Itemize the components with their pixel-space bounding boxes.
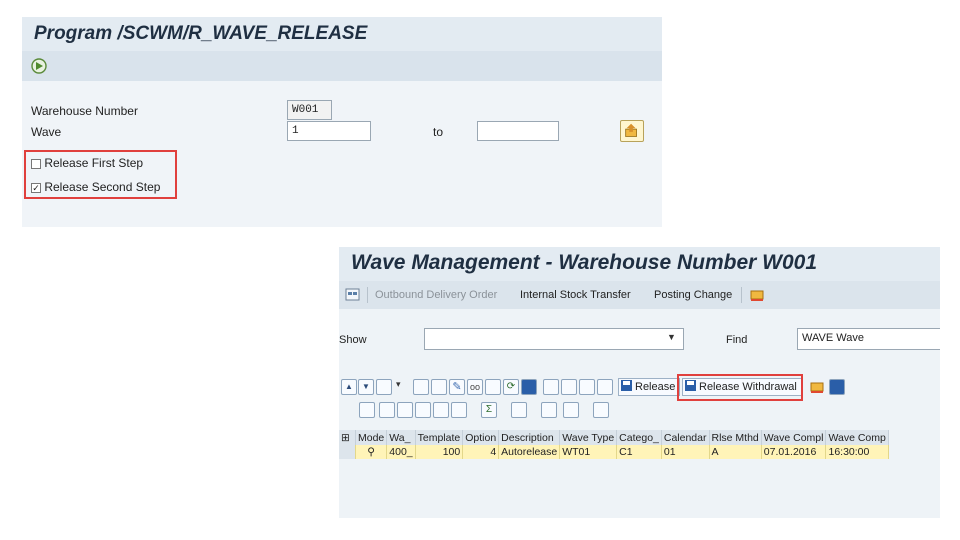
layout-icon[interactable] [376, 379, 392, 395]
details-icon[interactable] [359, 402, 375, 418]
table-cell[interactable]: A [709, 445, 762, 459]
multiple-selection-button[interactable] [620, 120, 644, 142]
split-icon[interactable] [543, 379, 559, 395]
copy-icon[interactable] [431, 379, 447, 395]
filter-icon[interactable] [451, 402, 467, 418]
col-header[interactable]: Option [462, 430, 500, 445]
scroll-up-icon[interactable]: ▲ [341, 379, 357, 395]
refresh-icon[interactable]: ⟳ [503, 379, 519, 395]
table-cell[interactable]: 16:30:00 [825, 445, 889, 459]
dropdown-arrow-icon[interactable]: ▼ [667, 332, 676, 342]
scroll-icon[interactable] [749, 287, 765, 303]
wave-title: Wave Management - Warehouse Number W001 [351, 251, 818, 274]
glasses-icon[interactable]: oo [467, 379, 483, 395]
table-row[interactable]: ⚲ 400_ 100 4 Autorelease WT01 C1 01 A 07… [339, 445, 889, 459]
delete-icon[interactable] [485, 379, 501, 395]
selection-screen: Warehouse Number W001 Wave 1 to Release … [22, 81, 662, 227]
save-icon[interactable] [521, 379, 537, 395]
wave-label: Wave [31, 125, 62, 139]
find-next-icon[interactable] [433, 402, 449, 418]
table-cell[interactable]: C1 [616, 445, 662, 459]
find-icon[interactable] [415, 402, 431, 418]
warehouse-number-label: Warehouse Number [31, 104, 138, 118]
wave-table: ⊞ Mode Wa_ Template Option Description W… [339, 430, 889, 459]
release-second-step-checkbox[interactable]: ✓ Release Second Step [31, 180, 160, 194]
program-title: Program /SCWM/R_WAVE_RELEASE [34, 23, 368, 44]
release-label: Release [635, 381, 676, 393]
save-icon[interactable] [829, 379, 845, 395]
layout-select-icon[interactable] [593, 402, 609, 418]
release-first-step-label: Release First Step [44, 156, 144, 170]
floppy-icon [621, 380, 632, 391]
lock-icon[interactable] [579, 379, 595, 395]
col-header[interactable]: Description [498, 430, 561, 445]
select-all-icon[interactable]: ⊞ [339, 430, 356, 445]
find-field[interactable]: WAVE Wave [797, 328, 940, 350]
menu-outbound-delivery-order[interactable]: Outbound Delivery Order [375, 289, 497, 301]
wave-management-window: Wave Management - Warehouse Number W001 … [339, 247, 940, 518]
merge-icon[interactable] [561, 379, 577, 395]
program-window: Program /SCWM/R_WAVE_RELEASE Warehouse N… [22, 17, 662, 227]
col-header[interactable]: Catego_ [616, 430, 662, 445]
col-header[interactable]: Mode [355, 430, 388, 445]
execute-icon[interactable] [30, 57, 48, 75]
program-title-bar: Program /SCWM/R_WAVE_RELEASE [22, 17, 662, 51]
checkbox-checked[interactable]: ✓ [31, 182, 41, 193]
wave-title-bar: Wave Management - Warehouse Number W001 [339, 247, 940, 281]
export-icon[interactable] [563, 402, 579, 418]
col-header[interactable]: Wave Comp [825, 430, 889, 445]
wave-content: Show ▼ Find WAVE Wave ▲ ▼ ▾ ✎ oo ⟳ Relea… [339, 309, 940, 518]
mode-icon: ⚲ [355, 445, 388, 459]
sort-descending-icon[interactable] [397, 402, 413, 418]
find-label: Find [726, 334, 748, 346]
sum-icon[interactable]: Σ [481, 402, 497, 418]
release-button[interactable]: Release [618, 378, 681, 396]
scroll-down-icon[interactable]: ▼ [358, 379, 374, 395]
table-header-row: ⊞ Mode Wa_ Template Option Description W… [339, 430, 889, 445]
wave-to-label: to [433, 125, 444, 139]
release-first-step-checkbox[interactable]: Release First Step [31, 156, 143, 170]
arrow-icon [625, 123, 637, 137]
print-preview-icon[interactable] [541, 402, 557, 418]
display-icon[interactable] [345, 287, 361, 303]
col-header[interactable]: Template [415, 430, 464, 445]
menu-internal-stock-transfer[interactable]: Internal Stock Transfer [520, 289, 631, 301]
col-header[interactable]: Wave Compl [761, 430, 827, 445]
wave-to-field[interactable] [477, 121, 559, 141]
table-cell[interactable]: 07.01.2016 [761, 445, 827, 459]
sort-ascending-icon[interactable] [379, 402, 395, 418]
unlock-icon[interactable] [597, 379, 613, 395]
show-dropdown[interactable] [424, 328, 684, 350]
table-cell[interactable]: 400_ [386, 445, 416, 459]
release-second-step-label: Release Second Step [44, 180, 161, 194]
col-header[interactable]: Wave Type [559, 430, 618, 445]
dropdown-icon[interactable]: ▾ [396, 379, 406, 395]
scroll-icon[interactable] [809, 379, 825, 395]
table-cell[interactable]: 100 [415, 445, 464, 459]
table-cell[interactable]: WT01 [559, 445, 618, 459]
col-header[interactable]: Wa_ [386, 430, 416, 445]
edit-icon[interactable]: ✎ [449, 379, 465, 395]
table-cell[interactable]: 4 [462, 445, 500, 459]
checkbox-box[interactable] [31, 158, 41, 169]
program-toolbar [22, 51, 662, 81]
col-header[interactable]: Calendar [661, 430, 710, 445]
table-cell[interactable]: Autorelease [498, 445, 561, 459]
subtotal-icon[interactable] [511, 402, 527, 418]
show-label: Show [339, 334, 367, 346]
menu-posting-change[interactable]: Posting Change [654, 289, 732, 301]
wave-from-field[interactable]: 1 [287, 121, 371, 141]
row-selector[interactable] [339, 445, 356, 459]
col-header[interactable]: Rlse Mthd [709, 430, 762, 445]
warehouse-number-field[interactable]: W001 [287, 100, 332, 120]
create-icon[interactable] [413, 379, 429, 395]
table-cell[interactable]: 01 [661, 445, 710, 459]
release-withdrawal-highlight [677, 374, 803, 401]
wave-menubar: Outbound Delivery Order Internal Stock T… [339, 281, 940, 309]
